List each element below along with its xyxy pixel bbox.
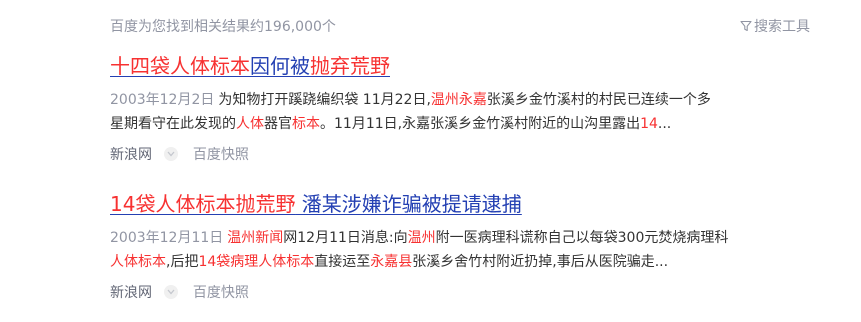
result-source-row: 新浪网 百度快照 [110,144,830,166]
abstract-text: 为知物打开蹊跷编织袋 11月22日, [218,92,431,108]
abstract-highlight: 永嘉县 [370,254,413,270]
snapshot-link[interactable]: 百度快照 [193,282,249,302]
abstract-text: ... [657,116,672,132]
result-date: 2003年12月2日 [110,92,215,108]
source-dropdown-icon[interactable] [164,285,179,299]
abstract-highlight: 标本 [292,116,320,132]
source-site[interactable]: 新浪网 [110,282,152,302]
abstract-text: ,后把 [166,254,199,270]
title-text: 因何被 [250,54,310,78]
abstract-highlight: 人体 [236,116,264,132]
search-tools-button[interactable]: 搜索工具 [740,16,810,36]
source-dropdown-icon[interactable] [164,147,179,161]
result-abstract: 2003年12月11日 温州新闻网12月11日消息:向温州附一医病理科谎称自己以每… [110,226,830,274]
abstract-highlight: 温州 [430,92,459,108]
search-tools-label: 搜索工具 [754,19,810,35]
search-stats-bar: 百度为您找到相关结果约196,000个 搜索工具 [110,14,810,38]
search-result: 十四袋人体标本因何被抛弃荒野 2003年12月2日 为知物打开蹊跷编织袋 11月2… [110,52,830,166]
result-source-row: 新浪网 百度快照 [110,282,830,304]
abstract-text: 器官 [264,116,292,132]
abstract-line-1: 2003年12月11日 温州新闻网12月11日消息:向温州附一医病理科谎称自己以每… [110,226,830,250]
result-title-link[interactable]: 十四袋人体标本因何被抛弃荒野 [110,52,830,80]
abstract-line-2: 人体标本,后把14袋病理人体标本直接运至永嘉县张溪乡舍竹村附近扔掉,事后从医院骗… [110,250,830,274]
title-highlight: 十四袋人体标本 [110,54,250,78]
abstract-line-2: 星期看守在此发现的人体器官标本。11月11日,永嘉张溪乡金竹溪村附近的山沟里露出… [110,112,830,136]
abstract-text: 张溪乡金竹溪村的村民已连续一个多 [486,92,711,108]
title-highlight: 抛弃荒野 [310,54,390,78]
snapshot-link[interactable]: 百度快照 [193,144,249,164]
source-site[interactable]: 新浪网 [110,144,152,164]
result-title-link[interactable]: 14袋人体标本抛荒野 潘某涉嫌诈骗被提请逮捕 [110,190,830,218]
abstract-text: 网12月11日消息:向 [283,230,408,246]
abstract-highlight: 温州 [227,230,256,246]
search-result: 14袋人体标本抛荒野 潘某涉嫌诈骗被提请逮捕 2003年12月11日 温州新闻网1… [110,190,830,304]
abstract-highlight: 人体标本 [110,254,166,270]
abstract-highlight: 永嘉 [458,92,487,108]
abstract-highlight: 14袋病理人体标本 [198,254,315,270]
title-text: 潘某涉嫌诈骗被提请逮捕 [295,192,522,216]
abstract-highlight: 温州 [407,230,436,246]
result-abstract: 2003年12月2日 为知物打开蹊跷编织袋 11月22日,温州永嘉张溪乡金竹溪村的… [110,88,830,136]
abstract-text: 。11月11日,永嘉张溪乡金竹溪村附近的山沟里露出 [320,116,641,132]
abstract-text: 直接运至 [314,254,371,270]
abstract-highlight: 14 [640,116,658,132]
abstract-text: 张溪乡舍竹村附近扔掉,事后从医院骗走... [412,254,669,270]
filter-icon [740,20,752,32]
abstract-text: 附一医病理科谎称自己以每袋300元焚烧病理科 [435,230,729,246]
abstract-highlight: 新闻 [255,230,284,246]
result-count: 百度为您找到相关结果约196,000个 [110,19,336,35]
result-date: 2003年12月11日 [110,230,224,246]
title-highlight: 14袋人体标本抛荒野 [110,192,296,216]
abstract-line-1: 2003年12月2日 为知物打开蹊跷编织袋 11月22日,温州永嘉张溪乡金竹溪村的… [110,88,830,112]
abstract-text: 星期看守在此发现的 [110,116,236,132]
